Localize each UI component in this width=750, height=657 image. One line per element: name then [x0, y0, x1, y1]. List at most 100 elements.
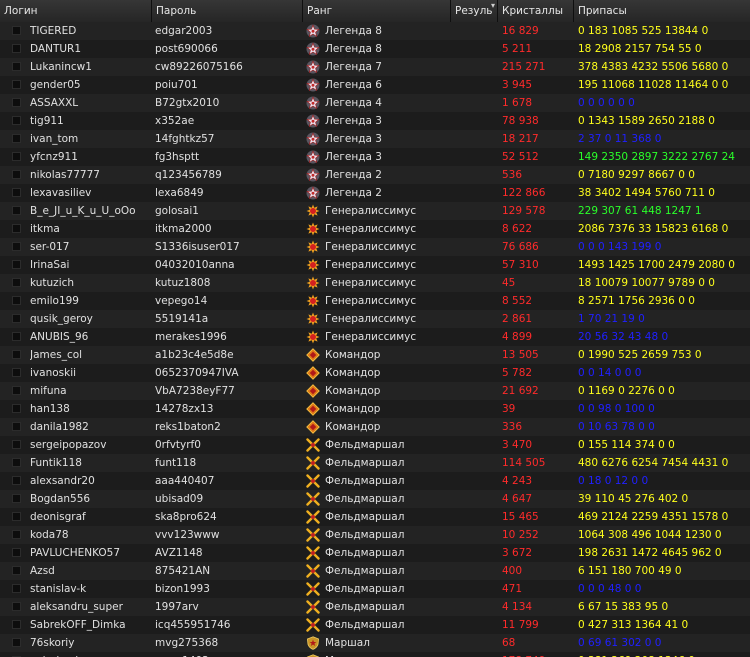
table-row[interactable]: danila1982 reks1baton2 Командор 336 0 10 63 …: [0, 418, 750, 436]
rank-star-icon: [306, 150, 320, 164]
table-row[interactable]: ASSAXXL B72gtx2010 Легенда 4 1 678 0 0 0 0 0…: [0, 94, 750, 112]
rank-cell: Легенда 8: [325, 43, 382, 55]
column-header-login[interactable]: Логин: [0, 0, 152, 22]
table-row[interactable]: sergeipopazov 0rfvtyrf0 Фельдмаршал 3 470 0 …: [0, 436, 750, 454]
row-checkbox[interactable]: [12, 494, 21, 503]
table-row[interactable]: Bogdan556 ubisad09 Фельдмаршал 4 647 39 110 …: [0, 490, 750, 508]
table-row[interactable]: nikolas77777 q123456789 Легенда 2 536 0 7180…: [0, 166, 750, 184]
row-checkbox[interactable]: [12, 278, 21, 287]
table-row[interactable]: lexavasiliev lexa6849 Легенда 2 122 866 38 3…: [0, 184, 750, 202]
row-checkbox[interactable]: [12, 638, 21, 647]
row-checkbox[interactable]: [12, 584, 21, 593]
row-checkbox[interactable]: [12, 44, 21, 53]
table-row[interactable]: SabrekOFF_Dimka icq455951746 Фельдмаршал 11…: [0, 616, 750, 634]
column-header-password[interactable]: Пароль: [152, 0, 303, 22]
table-row[interactable]: alexsandr20 aaa440407 Фельдмаршал 4 243 0 18…: [0, 472, 750, 490]
table-row[interactable]: 76skoriy mvg275368 Маршал 68 0 69 61 302 0 0: [0, 634, 750, 652]
column-header-crystals[interactable]: Кристаллы: [498, 0, 574, 22]
row-checkbox[interactable]: [12, 350, 21, 359]
table-row[interactable]: tig911 x352ae Легенда 3 78 938 0 1343 1589 2…: [0, 112, 750, 130]
table-row[interactable]: PAVLUCHENKO57 AVZ1148 Фельдмаршал 3 672 198 …: [0, 544, 750, 562]
table-row[interactable]: koda78 vvv123www Фельдмаршал 10 252 1064 308…: [0, 526, 750, 544]
row-checkbox[interactable]: [12, 602, 21, 611]
row-checkbox[interactable]: [12, 206, 21, 215]
row-checkbox[interactable]: [12, 386, 21, 395]
login-cell: DANTUR1: [30, 43, 82, 55]
table-row[interactable]: ivan_tom 14fghtkz57 Легенда 3 18 217 2 37 0 …: [0, 130, 750, 148]
row-checkbox[interactable]: [12, 62, 21, 71]
table-row[interactable]: Lukanincw1 cw89226075166 Легенда 7 215 271 3…: [0, 58, 750, 76]
table-row[interactable]: B_e_JI_u_K_u_U_oOo golosai1 Генералиссимус…: [0, 202, 750, 220]
row-checkbox[interactable]: [12, 242, 21, 251]
row-checkbox[interactable]: [12, 314, 21, 323]
row-checkbox[interactable]: [12, 26, 21, 35]
login-cell: yfcnz911: [30, 151, 78, 163]
row-checkbox[interactable]: [12, 332, 21, 341]
table-row[interactable]: stanislav-k bizon1993 Фельдмаршал 471 0 0 0 …: [0, 580, 750, 598]
rank-star-icon: [306, 24, 320, 38]
table-row[interactable]: deonisgraf ska8pro624 Фельдмаршал 15 465 469…: [0, 508, 750, 526]
crystals-cell: 536: [502, 169, 523, 181]
rank-diamond-icon: [306, 366, 320, 380]
row-checkbox[interactable]: [12, 368, 21, 377]
table-row[interactable]: aleksandru_super 1997arv Фельдмаршал 4 134 6…: [0, 598, 750, 616]
table-row[interactable]: gender05 poiu701 Легенда 6 3 945 195 11068 1…: [0, 76, 750, 94]
rank-cell: Генералиссимус: [325, 241, 417, 253]
supplies-cell: 2086 7376 33 15823 6168 0: [578, 223, 729, 235]
row-checkbox[interactable]: [12, 134, 21, 143]
row-checkbox[interactable]: [12, 530, 21, 539]
table-row[interactable]: itkma itkma2000 Генералиссимус 8 622 2086 73…: [0, 220, 750, 238]
table-row[interactable]: valeriacd roma1402 Маршал 178 749 0 381 269 …: [0, 652, 750, 657]
row-checkbox[interactable]: [12, 260, 21, 269]
row-checkbox[interactable]: [12, 170, 21, 179]
table-row[interactable]: DANTUR1 post690066 Легенда 8 5 211 18 2908 2…: [0, 40, 750, 58]
row-checkbox[interactable]: [12, 296, 21, 305]
table-row[interactable]: yfcnz911 fg3hsptt Легенда 3 52 512 149 2350 …: [0, 148, 750, 166]
row-checkbox[interactable]: [12, 188, 21, 197]
table-row[interactable]: kutuzich kutuz1808 Генералиссимус 45 18 1007…: [0, 274, 750, 292]
table-row[interactable]: ANUBIS_96 merakes1996 Генералиссимус 4 899 2…: [0, 328, 750, 346]
table-row[interactable]: James_col a1b23c4e5d8e Командор 13 505 0 199…: [0, 346, 750, 364]
crystals-cell: 178 749: [502, 652, 570, 657]
rank-cell: Легенда 7: [325, 61, 382, 73]
table-row[interactable]: IrinaSai 04032010anna Генералиссимус 57 310…: [0, 256, 750, 274]
table-row[interactable]: mifuna VbA7238eyF77 Командор 21 692 0 1169 0…: [0, 382, 750, 400]
rank-swords-icon: [306, 438, 320, 452]
crystals-cell: 3 945: [502, 79, 533, 91]
table-row[interactable]: han138 14278zx13 Командор 39 0 0 98 0 100 0: [0, 400, 750, 418]
rank-swords-icon: [306, 456, 320, 470]
row-checkbox[interactable]: [12, 224, 21, 233]
rank-cell: Фельдмаршал: [325, 565, 405, 577]
row-checkbox[interactable]: [12, 422, 21, 431]
table-row[interactable]: ivanoskii 0652370947IVA Командор 5 782 0 0 1…: [0, 364, 750, 382]
table-row[interactable]: Azsd 875421AN Фельдмаршал 400 6 151 180 700 …: [0, 562, 750, 580]
table-row[interactable]: TIGERED edgar2003 Легенда 8 16 829 0 183 108…: [0, 22, 750, 40]
supplies-cell: 20 56 32 43 48 0: [578, 331, 669, 343]
crystals-cell: 13 505: [502, 349, 539, 361]
row-checkbox[interactable]: [12, 548, 21, 557]
table-row[interactable]: ser-017 S1336isuser017 Генералиссимус 76 68…: [0, 238, 750, 256]
row-checkbox[interactable]: [12, 476, 21, 485]
crystals-cell: 39: [502, 403, 516, 415]
row-checkbox[interactable]: [12, 98, 21, 107]
row-checkbox[interactable]: [12, 620, 21, 629]
table-row[interactable]: qusik_geroy 5519141a Генералиссимус 2 861 1 …: [0, 310, 750, 328]
column-header-result[interactable]: Резуль ▾: [451, 0, 498, 22]
table-row[interactable]: emilo199 vepego14 Генералиссимус 8 552 8 257…: [0, 292, 750, 310]
row-checkbox[interactable]: [12, 458, 21, 467]
login-cell: SabrekOFF_Dimka: [30, 619, 126, 631]
row-checkbox[interactable]: [12, 512, 21, 521]
column-header-rank[interactable]: Ранг: [303, 0, 451, 22]
row-checkbox[interactable]: [12, 404, 21, 413]
table-row[interactable]: Funtik118 funt118 Фельдмаршал 114 505 480 62…: [0, 454, 750, 472]
row-checkbox[interactable]: [12, 116, 21, 125]
login-cell: nikolas77777: [30, 169, 100, 181]
column-header-supplies[interactable]: Припасы: [574, 0, 750, 22]
row-checkbox[interactable]: [12, 566, 21, 575]
row-checkbox[interactable]: [12, 80, 21, 89]
password-cell: post690066: [155, 43, 218, 55]
supplies-cell: 198 2631 1472 4645 962 0: [578, 547, 722, 559]
row-checkbox[interactable]: [12, 440, 21, 449]
login-cell: valeriacd: [30, 652, 148, 657]
row-checkbox[interactable]: [12, 152, 21, 161]
